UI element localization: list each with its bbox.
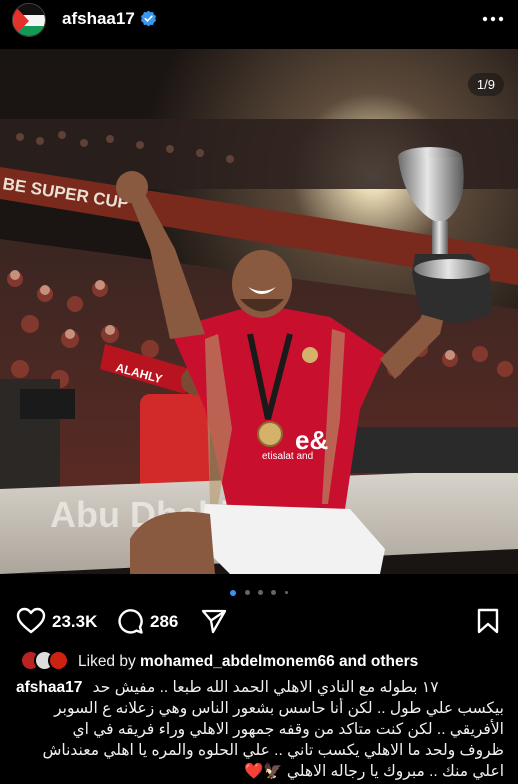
bookmark-icon[interactable] bbox=[476, 607, 500, 635]
caption-text: ١٧ بطوله مع النادي الاهلي الحمد الله طبع… bbox=[92, 679, 439, 696]
carousel-dots bbox=[0, 584, 518, 596]
liked-by-row[interactable]: Liked by mohamed_abdelmonem66 and others bbox=[0, 650, 518, 676]
action-bar: 23.3K 286 bbox=[0, 603, 518, 639]
post-photo[interactable]: BE SUPER CUP ALAHLY Abu Dhabi e& etisala… bbox=[0, 49, 518, 574]
carousel-dot bbox=[284, 591, 288, 595]
carousel-dot bbox=[244, 590, 250, 596]
caption-line: اعلي منك .. مبروك يا رجاله الاهلي 🦅❤️ bbox=[243, 763, 504, 780]
avatar bbox=[48, 650, 69, 671]
caption: afshaa17 ١٧ بطوله مع النادي الاهلي الحمد… bbox=[16, 677, 504, 782]
post-header: afshaa17 bbox=[0, 0, 518, 40]
share-icon[interactable] bbox=[200, 607, 228, 635]
like-count[interactable]: 23.3K bbox=[52, 612, 97, 632]
caption-line: الأفريقي .. لكن كنت متاكد من وقفه جمهور … bbox=[72, 721, 504, 738]
carousel-dot bbox=[258, 590, 263, 596]
caption-line: ظروف ولحد ما الاهلي يكسب تاني .. علي الح… bbox=[42, 742, 504, 759]
carousel-dot bbox=[271, 590, 277, 596]
comment-count[interactable]: 286 bbox=[150, 612, 178, 632]
liked-by-prefix: Liked by bbox=[78, 653, 136, 670]
liked-by-avatars bbox=[20, 650, 76, 672]
palestine-flag-avatar[interactable] bbox=[12, 3, 46, 37]
verified-badge-icon bbox=[141, 10, 156, 27]
carousel-dot-active bbox=[230, 589, 237, 596]
liked-by-user[interactable]: mohamed_abdelmonem66 bbox=[140, 653, 335, 670]
comment-icon[interactable] bbox=[116, 607, 144, 635]
liked-by-others[interactable]: and others bbox=[339, 653, 418, 670]
more-options-icon[interactable] bbox=[482, 11, 504, 27]
username[interactable]: afshaa17 bbox=[62, 9, 135, 29]
celebration-photo: BE SUPER CUP ALAHLY Abu Dhabi e& etisala… bbox=[0, 49, 518, 574]
liked-by-text: Liked by mohamed_abdelmonem66 and others bbox=[78, 653, 418, 671]
caption-line: بيكسب علي طول .. لكن أنا حاسس بشعور النا… bbox=[54, 700, 504, 717]
caption-username[interactable]: afshaa17 bbox=[16, 679, 82, 696]
caption-line: afshaa17 ١٧ بطوله مع النادي الاهلي الحمد… bbox=[16, 677, 504, 698]
jersey-sponsor-text: etisalat and bbox=[262, 451, 313, 462]
carousel-counter: 1/9 bbox=[467, 73, 504, 96]
heart-icon[interactable] bbox=[16, 607, 46, 635]
